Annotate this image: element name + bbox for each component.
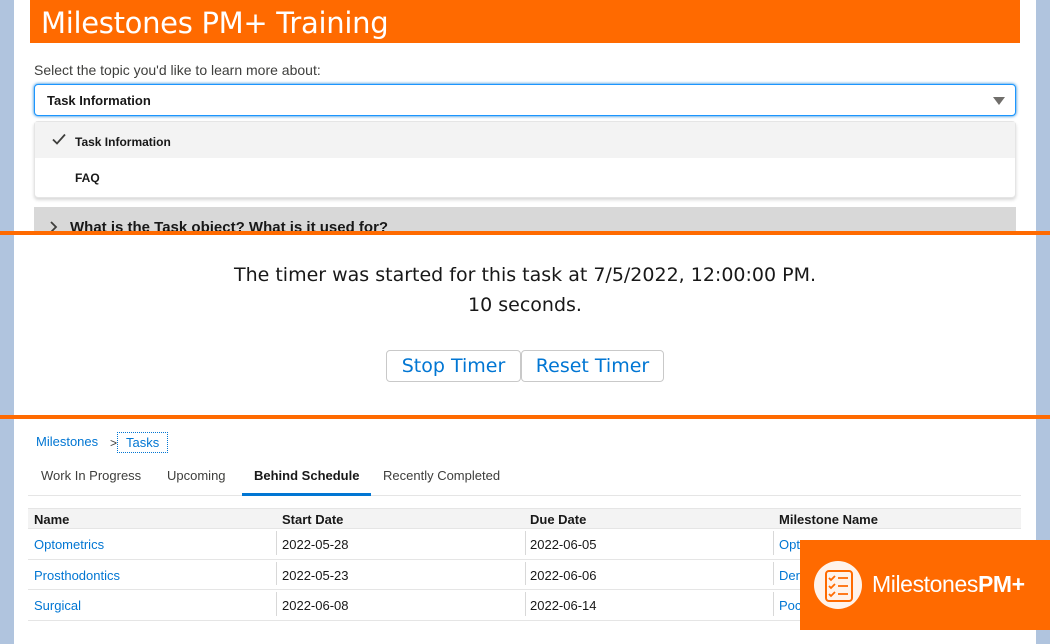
logo-text: MilestonesPM+: [872, 571, 1025, 598]
start-date-cell: 2022-05-28: [282, 537, 349, 552]
checkmark-icon: [52, 133, 66, 145]
chevron-down-icon[interactable]: [993, 97, 1005, 105]
title-bar: Milestones PM+ Training: [30, 0, 1020, 43]
topic-select-label: Select the topic you'd like to learn mor…: [34, 62, 321, 78]
option-label: FAQ: [75, 171, 100, 185]
column-divider: [276, 592, 277, 616]
topic-dropdown: Task Information FAQ: [34, 121, 1016, 198]
tab-behind-schedule[interactable]: Behind Schedule: [254, 468, 359, 483]
due-date-cell: 2022-06-06: [530, 567, 597, 583]
tab-work-in-progress[interactable]: Work In Progress: [41, 468, 141, 483]
page-title: Milestones PM+ Training: [41, 6, 389, 40]
column-divider: [276, 561, 277, 586]
column-header-start-date[interactable]: Start Date: [282, 512, 343, 527]
column-header-name[interactable]: Name: [34, 512, 69, 527]
logo-text-bold: PM+: [977, 571, 1025, 597]
task-name-link[interactable]: Optometrics: [34, 537, 104, 552]
milestones-pm-logo: MilestonesPM+: [800, 540, 1050, 630]
column-divider: [525, 592, 526, 616]
breadcrumb-milestones[interactable]: Milestones: [36, 434, 98, 449]
column-header-milestone-name[interactable]: Milestone Name: [779, 512, 878, 527]
column-divider: [276, 531, 277, 555]
column-divider: [525, 531, 526, 555]
due-date-cell: 2022-06-14: [530, 598, 597, 613]
tab-recently-completed[interactable]: Recently Completed: [383, 468, 500, 483]
column-divider: [773, 561, 774, 586]
task-name-link[interactable]: Prosthodontics: [34, 568, 120, 583]
tab-upcoming[interactable]: Upcoming: [167, 468, 226, 483]
column-divider: [773, 531, 774, 555]
breadcrumb-tasks[interactable]: Tasks: [117, 432, 169, 453]
topic-combobox[interactable]: Task Information: [34, 84, 1016, 116]
reset-timer-button[interactable]: Reset Timer: [521, 350, 664, 382]
table-header: Name Start Date Due Date Milestone Name: [28, 508, 1021, 529]
timer-panel: The timer was started for this task at 7…: [14, 235, 1036, 415]
option-label: Task Information: [75, 135, 171, 149]
start-date-cell: 2022-06-08: [282, 598, 349, 613]
option-task-information[interactable]: Task Information: [35, 122, 1015, 158]
option-faq[interactable]: FAQ: [35, 158, 1015, 194]
milestone-name-link[interactable]: Der: [779, 568, 800, 583]
column-header-due-date[interactable]: Due Date: [530, 512, 586, 527]
column-divider: [525, 561, 526, 586]
logo-text-regular: Milestones: [872, 571, 978, 597]
milestone-name-link[interactable]: Poc: [779, 598, 801, 613]
start-date-cell: 2022-05-23: [282, 567, 349, 583]
breadcrumb-separator: >: [110, 436, 118, 450]
timer-elapsed-text: 10 seconds.: [468, 294, 582, 316]
milestone-name-link[interactable]: Opt: [779, 537, 800, 552]
active-tab-indicator: [242, 493, 371, 496]
task-tabs: Work In Progress Upcoming Behind Schedul…: [28, 462, 1021, 496]
checklist-icon: [814, 561, 862, 609]
training-panel: Milestones PM+ Training Select the topic…: [14, 0, 1036, 232]
accordion-section[interactable]: What is the Task object? What is it used…: [34, 207, 1016, 232]
column-divider: [773, 592, 774, 616]
task-name-link[interactable]: Surgical: [34, 598, 81, 613]
stop-timer-button[interactable]: Stop Timer: [386, 350, 521, 382]
topic-combobox-value: Task Information: [47, 93, 151, 108]
due-date-cell: 2022-06-05: [530, 537, 597, 552]
timer-started-text: The timer was started for this task at 7…: [233, 264, 817, 286]
